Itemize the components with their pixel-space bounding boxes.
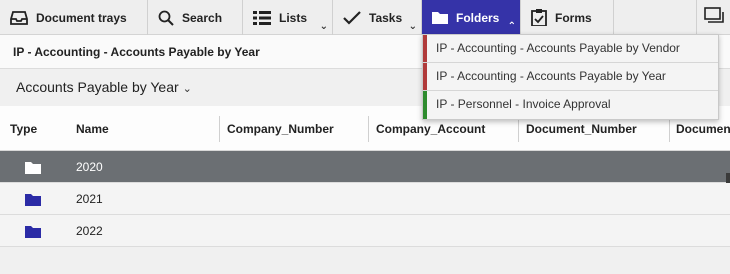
column-header-company-account[interactable]: Company_Account	[376, 122, 485, 136]
window-button[interactable]	[696, 0, 730, 35]
row-name: 2020	[76, 160, 103, 174]
chevron-up-icon: ⌃	[507, 21, 516, 32]
clipboard-icon	[531, 9, 547, 26]
table-body: 2020 2021 2022	[0, 151, 730, 247]
page: Document trays Search Lists ⌄ Tasks ⌄ Fo…	[0, 0, 730, 274]
menu-item-label: IP - Personnel - Invoice Approval	[436, 97, 611, 111]
folder-icon	[25, 193, 41, 211]
table-row[interactable]: 2022	[0, 215, 730, 247]
color-stripe	[423, 35, 427, 62]
toolbar-label: Folders	[456, 10, 500, 25]
main-toolbar: Document trays Search Lists ⌄ Tasks ⌄ Fo…	[0, 0, 730, 35]
row-name: 2021	[76, 192, 103, 206]
list-icon	[253, 10, 271, 26]
column-header-document-number[interactable]: Document_Number	[526, 122, 637, 136]
column-divider[interactable]	[219, 116, 220, 142]
table-row[interactable]: 2021	[0, 183, 730, 215]
toolbar-label: Tasks	[369, 10, 403, 25]
column-header-name[interactable]: Name	[76, 122, 109, 136]
toolbar-label: Document trays	[36, 10, 127, 25]
window-icon	[703, 7, 724, 28]
chevron-down-icon: ⌄	[319, 21, 328, 32]
tray-icon	[10, 10, 28, 26]
checkmark-icon	[343, 10, 361, 26]
chevron-down-icon: ⌄	[408, 21, 417, 32]
toolbar-lists[interactable]: Lists ⌄	[243, 0, 333, 35]
breadcrumb: IP - Accounting - Accounts Payable by Ye…	[13, 45, 260, 59]
search-icon	[158, 10, 174, 26]
table-row[interactable]: 2020	[0, 151, 730, 183]
menu-item-label: IP - Accounting - Accounts Payable by Ye…	[436, 69, 666, 83]
menu-item-label: IP - Accounting - Accounts Payable by Ve…	[436, 41, 680, 55]
color-stripe	[423, 63, 427, 90]
column-header-document[interactable]: Document	[676, 122, 730, 136]
toolbar-label: Lists	[279, 10, 308, 25]
toolbar-label: Search	[182, 10, 223, 25]
folders-menu-item[interactable]: IP - Personnel - Invoice Approval	[423, 91, 718, 119]
folder-icon	[432, 11, 448, 24]
toolbar-document-trays[interactable]: Document trays	[0, 0, 148, 35]
color-stripe	[423, 91, 427, 119]
view-title: Accounts Payable by Year	[16, 79, 179, 95]
toolbar-folders[interactable]: Folders ⌃	[422, 0, 521, 35]
row-name: 2022	[76, 224, 103, 238]
folders-menu: IP - Accounting - Accounts Payable by Ve…	[422, 34, 719, 120]
chevron-down-icon: ⌄	[182, 83, 192, 95]
folders-menu-item[interactable]: IP - Accounting - Accounts Payable by Ye…	[423, 63, 718, 91]
folder-icon	[25, 161, 41, 179]
row-edge-marker	[726, 173, 730, 183]
column-divider[interactable]	[368, 116, 369, 142]
view-selector[interactable]: Accounts Payable by Year ⌄	[16, 79, 192, 95]
column-header-type[interactable]: Type	[10, 122, 37, 136]
toolbar-label: Forms	[555, 10, 592, 25]
toolbar-forms[interactable]: Forms	[521, 0, 614, 35]
column-header-company-number[interactable]: Company_Number	[227, 122, 334, 136]
toolbar-tasks[interactable]: Tasks ⌄	[333, 0, 422, 35]
toolbar-search[interactable]: Search	[148, 0, 243, 35]
folders-menu-item[interactable]: IP - Accounting - Accounts Payable by Ve…	[423, 35, 718, 63]
folder-icon	[25, 225, 41, 243]
